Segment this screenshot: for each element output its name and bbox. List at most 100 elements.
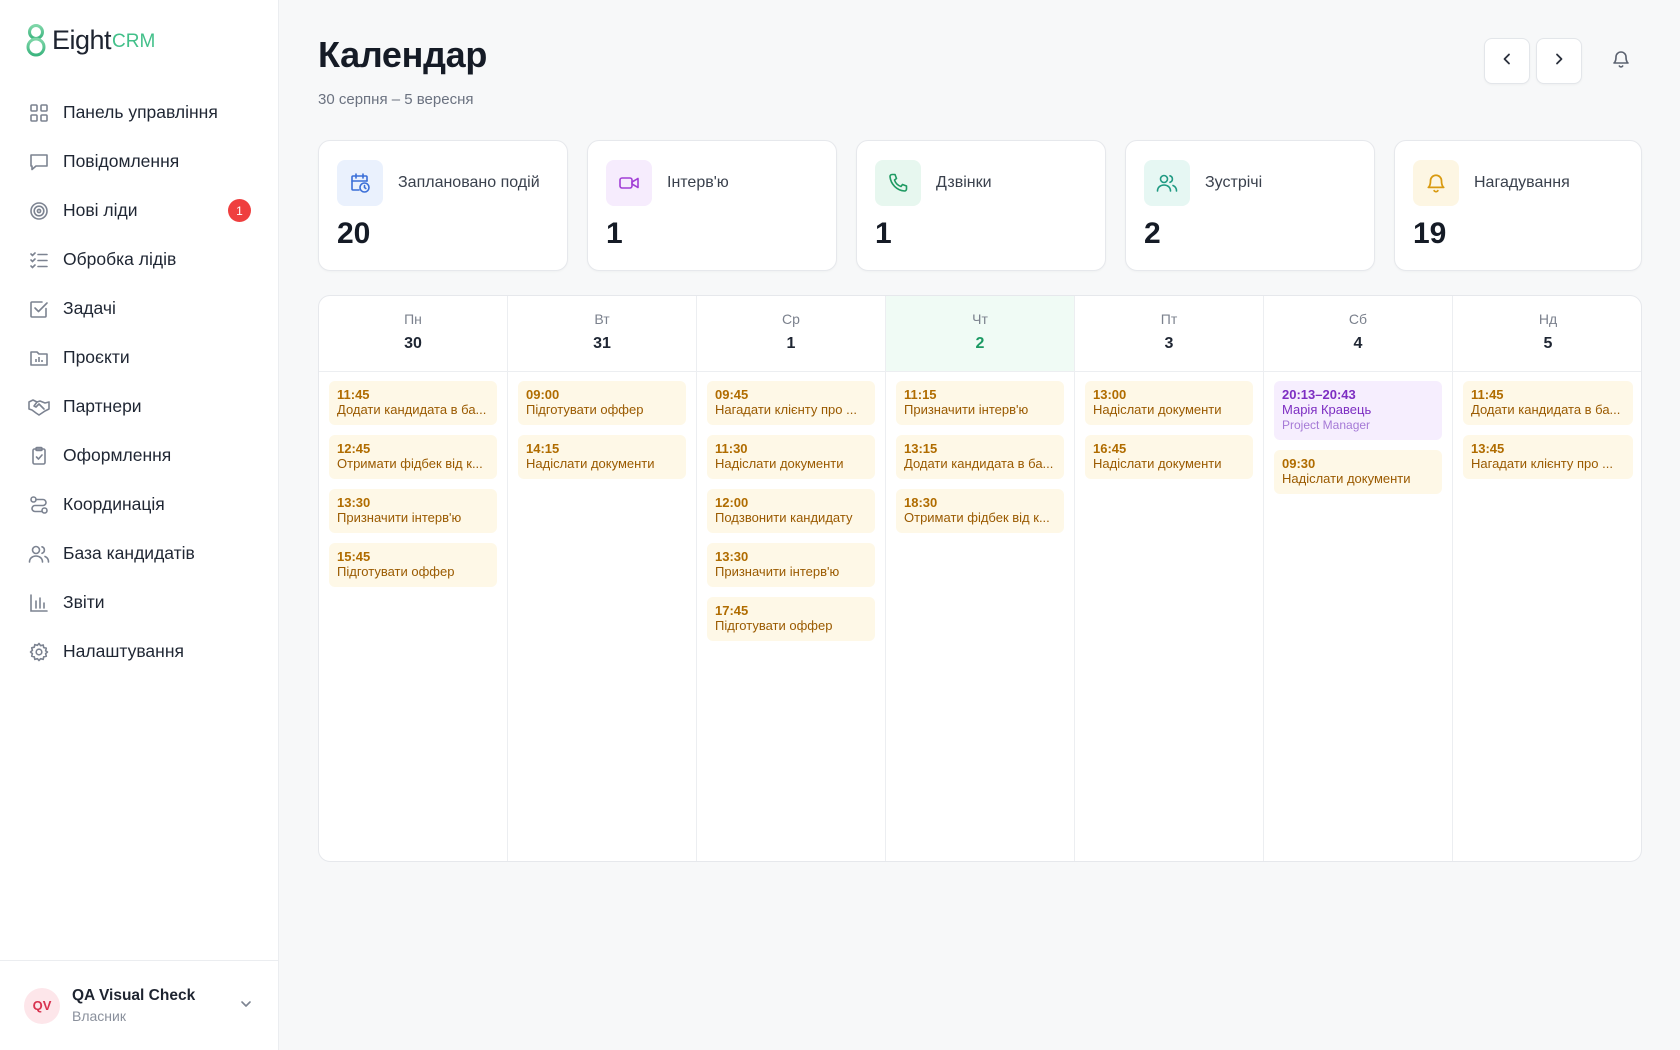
calendar-event[interactable]: 12:45 Отримати фідбек від к... — [329, 435, 497, 479]
calendar-event[interactable]: 09:45 Нагадати клієнту про ... — [707, 381, 875, 425]
calendar-event[interactable]: 11:30 Надіслати документи — [707, 435, 875, 479]
brand-logo[interactable]: Eight CRM — [26, 22, 155, 58]
message-icon — [28, 151, 50, 173]
day-column-sun[interactable]: Нд 5 11:45 Додати кандидата в ба... 13:45… — [1453, 296, 1641, 861]
day-column-sat[interactable]: Сб 4 20:13–20:43 Марія Кравець Project Man… — [1264, 296, 1453, 861]
day-column-wed[interactable]: Ср 1 09:45 Нагадати клієнту про ... 11:30… — [697, 296, 886, 861]
sidebar-item-label: Звіти — [63, 592, 105, 612]
notifications-button[interactable] — [1605, 45, 1637, 77]
calendar-event[interactable]: 13:30 Призначити інтерв'ю — [329, 489, 497, 533]
stat-card-meetings[interactable]: Зустрічі 2 — [1125, 140, 1375, 271]
stat-value: 1 — [606, 217, 623, 250]
next-week-button[interactable] — [1536, 38, 1582, 84]
day-events: 11:15 Призначити інтерв'ю 13:15 Додати кан… — [886, 372, 1074, 533]
previous-week-button[interactable] — [1484, 38, 1530, 84]
day-column-mon[interactable]: Пн 30 11:45 Додати кандидата в ба... 12:4… — [319, 296, 508, 861]
day-number: 30 — [404, 335, 422, 352]
day-column-thu-today[interactable]: Чт 2 11:15 Призначити інтерв'ю 13:15 Додат… — [886, 296, 1075, 861]
calendar-event[interactable]: 13:00 Надіслати документи — [1085, 381, 1253, 425]
day-events: 09:45 Нагадати клієнту про ... 11:30 Надіс… — [697, 372, 885, 641]
event-time: 15:45 — [337, 549, 371, 564]
event-title: Надіслати документи — [526, 456, 655, 471]
event-time: 13:15 — [904, 441, 938, 456]
day-events: 20:13–20:43 Марія Кравець Project Manager … — [1264, 372, 1452, 494]
day-header: Пн 30 — [319, 296, 507, 372]
calendar-event[interactable]: 14:15 Надіслати документи — [518, 435, 686, 479]
event-title: Призначити інтерв'ю — [715, 564, 840, 579]
day-number: 4 — [1353, 335, 1363, 352]
sidebar-item-lead-processing[interactable]: Обробка лідів — [0, 235, 279, 284]
user-role: Власник — [72, 1008, 126, 1024]
sidebar-item-label: Повідомлення — [63, 151, 180, 171]
calendar-meeting-event[interactable]: 20:13–20:43 Марія Кравець Project Manager — [1274, 381, 1442, 440]
stat-card-scheduled[interactable]: Заплановано подій 20 — [318, 140, 568, 271]
route-icon — [28, 494, 50, 516]
user-profile[interactable]: QV QA Visual Check Власник — [0, 960, 279, 1050]
user-info: QA Visual Check Власник — [72, 987, 195, 1024]
task-check-icon — [28, 298, 50, 320]
calendar-event[interactable]: 16:45 Надіслати документи — [1085, 435, 1253, 479]
event-time: 09:00 — [526, 387, 560, 402]
sidebar-item-label: База кандидатів — [63, 543, 195, 563]
eight-logo-icon — [26, 24, 46, 57]
sidebar-item-coordination[interactable]: Координація — [0, 480, 279, 529]
event-time: 11:15 — [904, 387, 937, 402]
chevron-down-icon[interactable] — [239, 997, 253, 1016]
event-time: 18:30 — [904, 495, 938, 510]
sidebar-item-label: Оформлення — [63, 445, 172, 465]
day-header: Чт 2 — [886, 296, 1074, 372]
stat-card-interviews[interactable]: Інтерв'ю 1 — [587, 140, 837, 271]
calendar-event[interactable]: 11:45 Додати кандидата в ба... — [329, 381, 497, 425]
sidebar-item-messages[interactable]: Повідомлення — [0, 137, 279, 186]
event-title: Додати кандидата в ба... — [904, 456, 1054, 471]
event-time: 13:30 — [715, 549, 749, 564]
sidebar-item-dashboard[interactable]: Панель управління — [0, 88, 279, 137]
event-time: 11:30 — [715, 441, 748, 456]
stat-value: 2 — [1144, 217, 1161, 250]
sidebar-item-registration[interactable]: Оформлення — [0, 431, 279, 480]
sidebar-item-tasks[interactable]: Задачі — [0, 284, 279, 333]
sidebar-item-reports[interactable]: Звіти — [0, 578, 279, 627]
sidebar-item-partners[interactable]: Партнери — [0, 382, 279, 431]
calendar-event[interactable]: 15:45 Підготувати оффер — [329, 543, 497, 587]
calendar-event[interactable]: 17:45 Підготувати оффер — [707, 597, 875, 641]
stat-label: Дзвінки — [936, 174, 992, 191]
calendar-event[interactable]: 18:30 Отримати фідбек від к... — [896, 489, 1064, 533]
avatar: QV — [24, 987, 60, 1024]
sidebar-nav: Панель управління Повідомлення Нові ліди… — [0, 88, 279, 676]
event-title: Надіслати документи — [715, 456, 844, 471]
target-icon — [28, 200, 50, 222]
day-number: 1 — [786, 335, 796, 352]
calendar-event[interactable]: 09:30 Надіслати документи — [1274, 450, 1442, 494]
day-of-week: Нд — [1538, 311, 1558, 327]
sidebar-item-candidates[interactable]: База кандидатів — [0, 529, 279, 578]
sidebar-item-settings[interactable]: Налаштування — [0, 627, 279, 676]
folder-chart-icon — [28, 347, 50, 369]
event-time: 11:45 — [1471, 387, 1504, 402]
calendar-event[interactable]: 13:45 Нагадати клієнту про ... — [1463, 435, 1633, 479]
day-column-fri[interactable]: Пт 3 13:00 Надіслати документи 16:45 Надіс… — [1075, 296, 1264, 861]
calendar-event[interactable]: 11:45 Додати кандидата в ба... — [1463, 381, 1633, 425]
event-title: Додати кандидата в ба... — [337, 402, 487, 417]
calendar-event[interactable]: 13:15 Додати кандидата в ба... — [896, 435, 1064, 479]
calendar-event[interactable]: 13:30 Призначити інтерв'ю — [707, 543, 875, 587]
calendar-event[interactable]: 09:00 Підготувати оффер — [518, 381, 686, 425]
event-time: 14:15 — [526, 441, 560, 456]
calendar-event[interactable]: 11:15 Призначити інтерв'ю — [896, 381, 1064, 425]
user-name: QA Visual Check — [72, 987, 196, 1004]
sidebar-item-new-leads[interactable]: Нові ліди 1 — [0, 186, 279, 235]
sidebar-item-label: Задачі — [63, 298, 116, 318]
stat-value: 1 — [875, 217, 892, 250]
sidebar: Eight CRM Панель управління Повідомлення… — [0, 0, 279, 1050]
calendar-event[interactable]: 12:00 Подзвонити кандидату — [707, 489, 875, 533]
event-title: Отримати фідбек від к... — [904, 510, 1050, 525]
grid-icon — [28, 102, 50, 124]
day-column-tue[interactable]: Вт 31 09:00 Підготувати оффер 14:15 Надісл… — [508, 296, 697, 861]
bell-icon — [1611, 49, 1631, 74]
sidebar-item-projects[interactable]: Проєкти — [0, 333, 279, 382]
checklist-icon — [28, 249, 50, 271]
event-title: Отримати фідбек від к... — [337, 456, 483, 471]
stat-card-reminders[interactable]: Нагадування 19 — [1394, 140, 1642, 271]
stat-card-calls[interactable]: Дзвінки 1 — [856, 140, 1106, 271]
day-events: 11:45 Додати кандидата в ба... 13:45 Нагад… — [1453, 372, 1641, 479]
